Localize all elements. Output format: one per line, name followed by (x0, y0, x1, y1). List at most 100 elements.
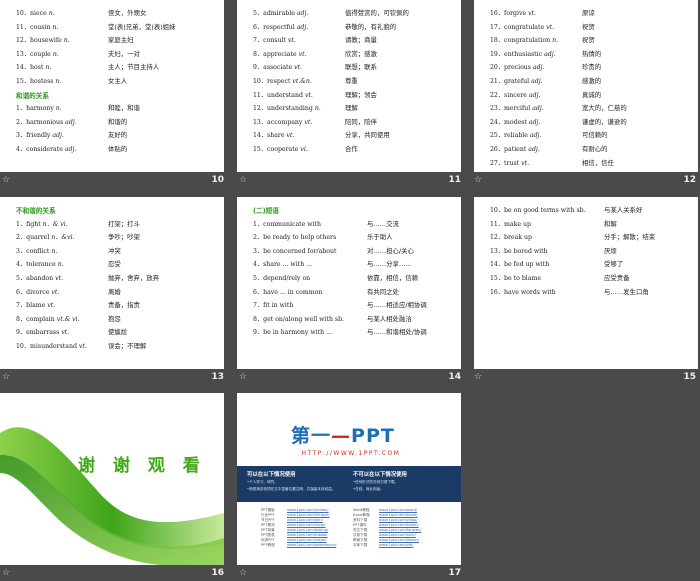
vocab-term: 13．couple n. (16, 50, 59, 58)
star-icon: ☆ (474, 372, 483, 382)
vocab-meaning: 对……担心/关心 (367, 246, 414, 255)
slide-number: 11 (448, 175, 461, 185)
part-of-speech: n．& vi. (42, 220, 68, 228)
link-url[interactable]: www.1ppt.com/moban/ (287, 508, 329, 512)
vocab-meaning: 祝贺 (582, 36, 595, 45)
vocab-term: 10．respect vt.&n. (253, 78, 312, 85)
vocab-row: 13．be bored with 厌烦 (474, 246, 698, 260)
part-of-speech: adj. (528, 118, 541, 126)
link-url[interactable]: www.1ppt.com/tubiao/ (287, 533, 328, 537)
slide-number: 13 (211, 372, 224, 382)
slide-16[interactable]: 谢 谢 观 看 (0, 393, 224, 565)
link-url[interactable]: www.1ppt.com/excel/ (379, 513, 418, 517)
vocab-meaning: 与某人相处融洽 (367, 314, 412, 323)
link-url[interactable]: www.1ppt.com/sucai/ (287, 523, 325, 527)
vocab-meaning: 忍受 (108, 260, 121, 269)
slide-14[interactable]: (二)短语 1．communicate with 与……交流 2．be ready t… (237, 197, 461, 369)
link-url[interactable]: www.1ppt.com/kejian/ (379, 523, 419, 527)
slide-13[interactable]: 不和谐的关系 1．fight n．& vi. 打架；打斗 2．quarrel n．&v… (0, 197, 224, 369)
vocab-row: 8．get on/along well with sb. 与某人相处融洽 (237, 314, 461, 328)
link-list-right: Word教程 www.1ppt.com/word/Excel教程 www.1ppt.… (353, 508, 421, 548)
link-url[interactable]: www.1ppt.com/beijing/ (287, 528, 328, 532)
part-of-speech: n. (55, 78, 62, 85)
vocab-term: 21．grateful adj. (490, 78, 543, 85)
vocab-meaning: 主人；节目主持人 (108, 63, 160, 72)
vocab-row: 16．forgive vt. 原谅 (474, 8, 698, 22)
part-of-speech: vt. (294, 64, 303, 72)
link-url[interactable]: www.1ppt.com/fanwen/ (379, 528, 421, 532)
vocab-meaning: 厌烦 (604, 246, 617, 255)
vocab-term: 14．be fed up with (490, 261, 550, 269)
link-row[interactable]: 字体下载 www.1ppt.com/ziti/ (353, 543, 421, 548)
link-url[interactable]: www.1ppt.com/hangye/ (287, 513, 330, 517)
vocab-row: 14．host n. 主人；节目主持人 (0, 62, 224, 76)
part-of-speech: n. (52, 23, 59, 31)
link-url[interactable]: www.1ppt.com/xiazai/ (287, 538, 327, 542)
vocab-meaning: 与……和谐相处/协调 (367, 328, 427, 337)
link-url[interactable]: www.1ppt.com/ziliao/ (379, 518, 417, 522)
part-of-speech: adj. (528, 91, 541, 99)
vocab-row: 25．reliable adj. 可信赖的 (474, 130, 698, 144)
slide-17[interactable]: 第一—PPT HTTP://WWW.1PPT.COM 可以在以下情况使用 •个人… (237, 393, 461, 565)
allowed-line-1: •个人学习、研究。 (247, 480, 278, 484)
part-of-speech: n．&vi. (51, 234, 75, 242)
vocab-meaning: 和谐的 (108, 117, 128, 126)
vocab-row: 6．have ... in common 有共同之处 (237, 287, 461, 301)
vocab-row: 5．depend/rely on 依靠，相信，信赖 (237, 273, 461, 287)
slide-10[interactable]: 10．niece n. 侄女，外甥女 11．cousin n. 堂(表)兄弟，堂(表)… (0, 0, 224, 172)
part-of-speech: adj. (65, 118, 77, 126)
slide-12[interactable]: 16．forgive vt. 原谅 17．congratulate vt. 祝贺 18．… (474, 0, 698, 172)
star-icon: ☆ (2, 568, 11, 578)
vocab-row: 1．communicate with 与……交流 (237, 219, 461, 233)
vocab-meaning: 祝贺 (582, 22, 595, 31)
vocab-term: 25．reliable adj. (490, 132, 542, 140)
vocab-row: 8．appreciate vt. 欣赏；感激 (237, 49, 461, 63)
slide-15[interactable]: 10．be on good terms with sb. 与某人关系好 11．mak… (474, 197, 698, 369)
vocab-term: 7．blame vt. (16, 302, 56, 310)
link-row[interactable]: PPT教程 www.1ppt.com/powerpoint/ (261, 543, 336, 548)
slide-11[interactable]: 5．admirable adj. 值得赞赏的，可钦佩的 6．respectful a… (237, 0, 461, 172)
link-url[interactable]: www.1ppt.com/shiti/ (379, 533, 416, 537)
thanks-title: 谢 谢 观 看 (78, 456, 206, 476)
vocab-term: 6．respectful adj. (253, 23, 309, 31)
vocab-row: 10．niece n. 侄女，外甥女 (0, 8, 224, 22)
vocab-row: 26．patient adj. 有耐心的 (474, 144, 698, 158)
vocab-term: 15．be to blame (490, 275, 541, 282)
vocab-meaning: 欣赏；感激 (345, 49, 377, 58)
part-of-speech: n. (51, 247, 58, 255)
part-of-speech: n. (45, 64, 52, 72)
part-of-speech: adj. (529, 132, 542, 140)
vocab-term: 16．have words with (490, 288, 556, 296)
vocab-term: 5．admirable adj. (253, 10, 309, 17)
vocab-term: 4．share ... with ... (253, 261, 313, 269)
vocab-term: 26．patient adj. (490, 146, 540, 153)
vocab-meaning: 抱怨 (108, 314, 121, 323)
vocab-term: 6．divorce vt. (16, 288, 60, 296)
vocab-row: 15．hostess n. 女主人 (0, 76, 224, 90)
vocab-term: 2．harmonious adj. (16, 118, 77, 126)
vocab-meaning: 和解 (604, 219, 617, 228)
vocab-meaning: 家庭主妇 (108, 36, 134, 45)
vocab-term: 6．have ... in common (253, 288, 323, 296)
slide-15-footer: ☆ 15 (472, 371, 700, 385)
vocab-row: 14．be fed up with 受够了 (474, 259, 698, 273)
star-icon: ☆ (239, 175, 248, 185)
vocab-meaning: 乐于助人 (367, 233, 393, 242)
vocab-term: 11．cousin n. (16, 23, 59, 31)
link-url[interactable]: www.1ppt.com/jieri/ (287, 518, 323, 522)
link-url[interactable]: www.1ppt.com/powerpoint/ (287, 543, 336, 547)
logo-text-b: PPT (351, 425, 395, 447)
vocab-row: 7．blame vt. 责备，指责 (0, 300, 224, 314)
vocab-term: 1．communicate with (253, 220, 322, 228)
vocab-term: 8．get on/along well with sb. (253, 315, 344, 323)
vocab-row: 27．trust vt. 相信，信任 (474, 158, 698, 172)
part-of-speech: n. (63, 37, 70, 45)
slide-17-footer: ☆ 17 (237, 567, 465, 581)
link-url[interactable]: www.1ppt.com/word/ (379, 508, 417, 512)
vocab-meaning: 夫妇，一对 (108, 49, 140, 58)
link-url[interactable]: www.1ppt.com/jiaoan/ (379, 538, 419, 542)
vocab-term: 5．depend/rely on (253, 275, 311, 282)
link-url[interactable]: www.1ppt.com/ziti/ (379, 543, 413, 547)
vocab-meaning: 依靠，相信，信赖 (367, 274, 419, 282)
vocab-term: 10．be on good terms with sb. (490, 207, 586, 214)
